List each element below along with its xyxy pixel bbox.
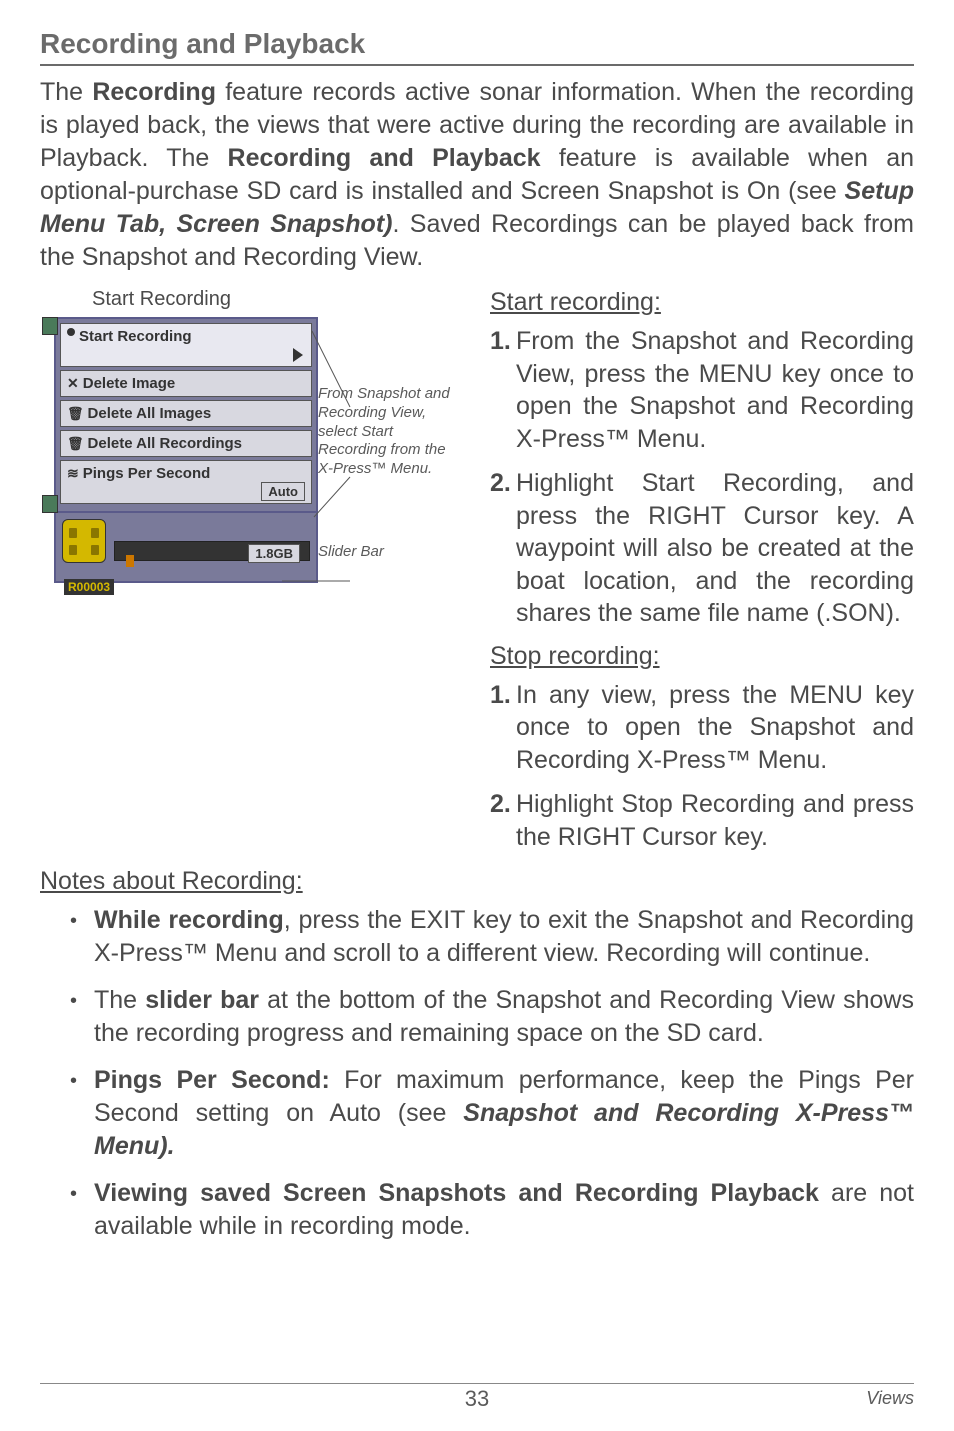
- callout-lines: [54, 317, 354, 617]
- start-step-1: 1. From the Snapshot and Recording View,…: [490, 325, 914, 455]
- stop-step-1: 1. In any view, press the MENU key once …: [490, 679, 914, 777]
- instructions-column: Start recording: 1. From the Snapshot an…: [490, 288, 914, 865]
- bullet-icon: •: [70, 1064, 94, 1163]
- intro-paragraph: The Recording feature records active son…: [40, 76, 914, 274]
- note-text: The: [94, 986, 145, 1014]
- step-number: 2.: [490, 467, 516, 630]
- step-number: 1.: [490, 325, 516, 455]
- note-bold: While recording: [94, 906, 284, 934]
- step-number: 2.: [490, 788, 516, 853]
- page-number: 33: [465, 1386, 489, 1412]
- note-bold: Pings Per Second:: [94, 1066, 330, 1094]
- note-bullet-3: • Pings Per Second: For maximum performa…: [70, 1064, 914, 1163]
- note-bullet-2: • The slider bar at the bottom of the Sn…: [70, 984, 914, 1050]
- intro-bold-recording: Recording: [92, 78, 216, 106]
- start-step-2: 2. Highlight Start Recording, and press …: [490, 467, 914, 630]
- step-number: 1.: [490, 679, 516, 777]
- bullet-icon: •: [70, 904, 94, 970]
- bullet-icon: •: [70, 984, 94, 1050]
- note-bold: Viewing saved Screen Snapshots and Recor…: [94, 1179, 819, 1207]
- stop-recording-heading: Stop recording:: [490, 642, 914, 671]
- step-text: Highlight Start Recording, and press the…: [516, 467, 914, 630]
- note-bold: slider bar: [145, 986, 259, 1014]
- section-title: Recording and Playback: [40, 28, 914, 66]
- figure-column: Start Recording Start Recording ✕ Delete…: [40, 288, 472, 865]
- note-bullet-1: • While recording, press the EXIT key to…: [70, 904, 914, 970]
- footer-section-label: Views: [866, 1388, 914, 1409]
- notes-heading: Notes about Recording:: [40, 867, 914, 896]
- page-footer: 33 Views: [40, 1383, 914, 1409]
- step-text: In any view, press the MENU key once to …: [516, 679, 914, 777]
- step-text: From the Snapshot and Recording View, pr…: [516, 325, 914, 455]
- figure-title: Start Recording: [40, 288, 472, 311]
- step-text: Highlight Stop Recording and press the R…: [516, 788, 914, 853]
- note-bullet-4: • Viewing saved Screen Snapshots and Rec…: [70, 1177, 914, 1243]
- intro-bold-rp: Recording and Playback: [228, 144, 541, 172]
- stop-step-2: 2. Highlight Stop Recording and press th…: [490, 788, 914, 853]
- start-recording-heading: Start recording:: [490, 288, 914, 317]
- bullet-icon: •: [70, 1177, 94, 1243]
- intro-text: The: [40, 78, 92, 106]
